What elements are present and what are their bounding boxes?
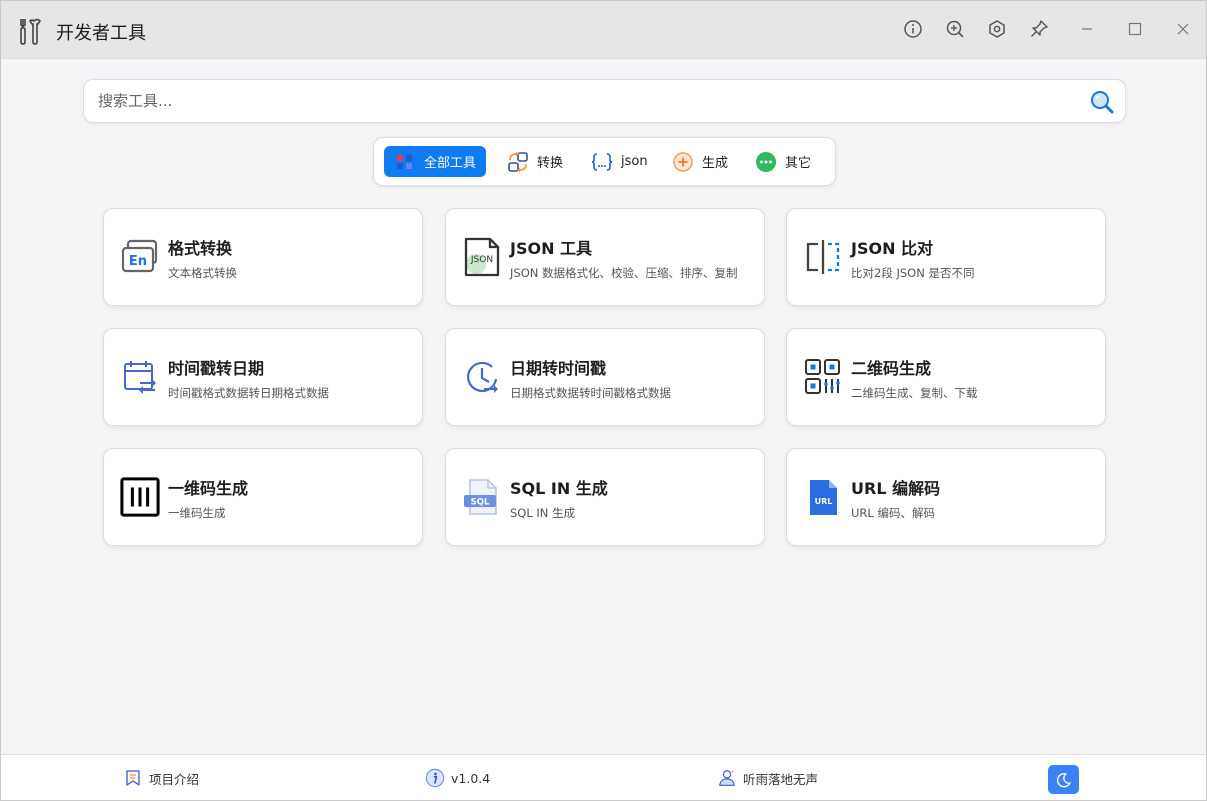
tool-desc: 一维码生成 <box>168 506 226 520</box>
tool-card-barcode[interactable]: 一维码生成 一维码生成 <box>103 448 423 546</box>
app-window: 开发者工具 搜索工具... 全部工具 转换 json 生成 其它 En 格式转换… <box>0 0 1207 801</box>
tool-card-format-convert[interactable]: En 格式转换 文本格式转换 <box>103 208 423 306</box>
qrcode-icon <box>803 357 843 397</box>
minimize-icon <box>1082 28 1092 30</box>
json-file-icon: JSON <box>462 237 502 277</box>
pin-icon <box>1031 20 1048 37</box>
zoom-button[interactable] <box>944 18 966 40</box>
project-intro-label: 项目介绍 <box>149 771 200 787</box>
search-button[interactable] <box>1089 89 1115 115</box>
tool-desc: SQL IN 生成 <box>510 506 576 520</box>
tool-title: SQL IN 生成 <box>510 479 608 498</box>
grid-icon <box>394 151 416 173</box>
tab-label: 生成 <box>702 156 729 171</box>
tab-label: 其它 <box>785 156 812 171</box>
tab-label: 转换 <box>537 156 564 171</box>
theme-toggle-button[interactable] <box>1048 765 1079 794</box>
more-icon <box>755 151 777 173</box>
tool-title: 格式转换 <box>168 239 233 258</box>
calendar-convert-icon <box>120 357 160 397</box>
tab-other[interactable]: 其它 <box>745 146 821 177</box>
tool-desc: 文本格式转换 <box>168 266 237 280</box>
clock-convert-icon <box>462 357 502 397</box>
svg-text:URL: URL <box>815 497 833 506</box>
tool-desc: 二维码生成、复制、下载 <box>851 386 978 400</box>
bookmark-icon <box>123 768 143 788</box>
maximize-icon <box>1128 22 1142 36</box>
tab-convert[interactable]: 转换 <box>497 146 573 177</box>
sql-file-icon: SQL <box>462 477 502 517</box>
tab-label: json <box>621 154 648 169</box>
tab-all-tools[interactable]: 全部工具 <box>384 146 487 177</box>
tool-desc: 日期格式数据转时间戳格式数据 <box>510 386 671 400</box>
info-icon <box>904 20 922 38</box>
search-box <box>83 79 1126 123</box>
tab-json[interactable]: json <box>581 146 658 177</box>
close-button[interactable] <box>1172 18 1194 40</box>
svg-text:SQL: SQL <box>471 498 490 508</box>
footer-bar: 项目介绍 v1.0.4 听雨落地无声 <box>1 754 1206 800</box>
barcode-icon <box>120 477 160 517</box>
maximize-button[interactable] <box>1124 18 1146 40</box>
zoom-in-icon <box>946 20 964 38</box>
info-button[interactable] <box>902 18 924 40</box>
tab-generate[interactable]: 生成 <box>662 146 738 177</box>
svg-text:En: En <box>129 254 147 269</box>
text-format-icon: En <box>120 237 160 277</box>
tool-title: JSON 工具 <box>510 239 593 258</box>
tool-card-date-to-timestamp[interactable]: 日期转时间戳 日期格式数据转时间戳格式数据 <box>445 328 765 426</box>
minimize-button[interactable] <box>1076 18 1098 40</box>
tool-desc: 时间戳格式数据转日期格式数据 <box>168 386 329 400</box>
tool-title: 时间戳转日期 <box>168 359 265 378</box>
user-icon <box>717 768 737 788</box>
search-input[interactable] <box>98 90 1058 112</box>
tool-desc: JSON 数据格式化、校验、压缩、排序、复制 <box>510 266 738 280</box>
app-title: 开发者工具 <box>56 23 146 44</box>
tool-title: 一维码生成 <box>168 479 249 498</box>
tool-desc: URL 编码、解码 <box>851 506 935 520</box>
svg-text:JSON: JSON <box>470 255 493 265</box>
tool-card-url-codec[interactable]: URL URL 编解码 URL 编码、解码 <box>786 448 1106 546</box>
tool-desc: 比对2段 JSON 是否不同 <box>851 266 975 280</box>
version-info[interactable]: v1.0.4 <box>425 767 490 789</box>
tab-label: 全部工具 <box>424 156 477 171</box>
tools-logo-icon <box>18 17 42 45</box>
info-badge-icon <box>425 768 445 788</box>
url-file-icon: URL <box>803 477 843 517</box>
tool-title: 二维码生成 <box>851 359 932 378</box>
tool-card-timestamp-to-date[interactable]: 时间戳转日期 时间戳格式数据转日期格式数据 <box>103 328 423 426</box>
tool-card-qrcode[interactable]: 二维码生成 二维码生成、复制、下载 <box>786 328 1106 426</box>
version-label: v1.0.4 <box>451 770 491 786</box>
plus-circle-icon <box>672 151 694 173</box>
author-link[interactable]: 听雨落地无声 <box>717 767 818 789</box>
moon-icon <box>1056 772 1071 787</box>
hexagon-settings-icon <box>989 20 1005 38</box>
project-intro-link[interactable]: 项目介绍 <box>123 767 199 789</box>
tool-card-sql-in[interactable]: SQL SQL IN 生成 SQL IN 生成 <box>445 448 765 546</box>
pin-button[interactable] <box>1028 18 1050 40</box>
json-braces-icon <box>591 151 613 173</box>
tool-title: 日期转时间戳 <box>510 359 607 378</box>
search-icon <box>1091 91 1114 114</box>
close-icon <box>1177 23 1189 35</box>
convert-icon <box>507 151 529 173</box>
category-tabs: 全部工具 转换 json 生成 其它 <box>373 137 836 186</box>
tool-title: JSON 比对 <box>851 239 934 258</box>
tool-card-json-tool[interactable]: JSON JSON 工具 JSON 数据格式化、校验、压缩、排序、复制 <box>445 208 765 306</box>
tool-card-json-compare[interactable]: JSON 比对 比对2段 JSON 是否不同 <box>786 208 1106 306</box>
title-bar[interactable]: 开发者工具 <box>1 1 1206 59</box>
tool-title: URL 编解码 <box>851 479 941 498</box>
compare-icon <box>803 237 843 277</box>
author-label: 听雨落地无声 <box>743 771 819 787</box>
settings-button[interactable] <box>986 18 1008 40</box>
